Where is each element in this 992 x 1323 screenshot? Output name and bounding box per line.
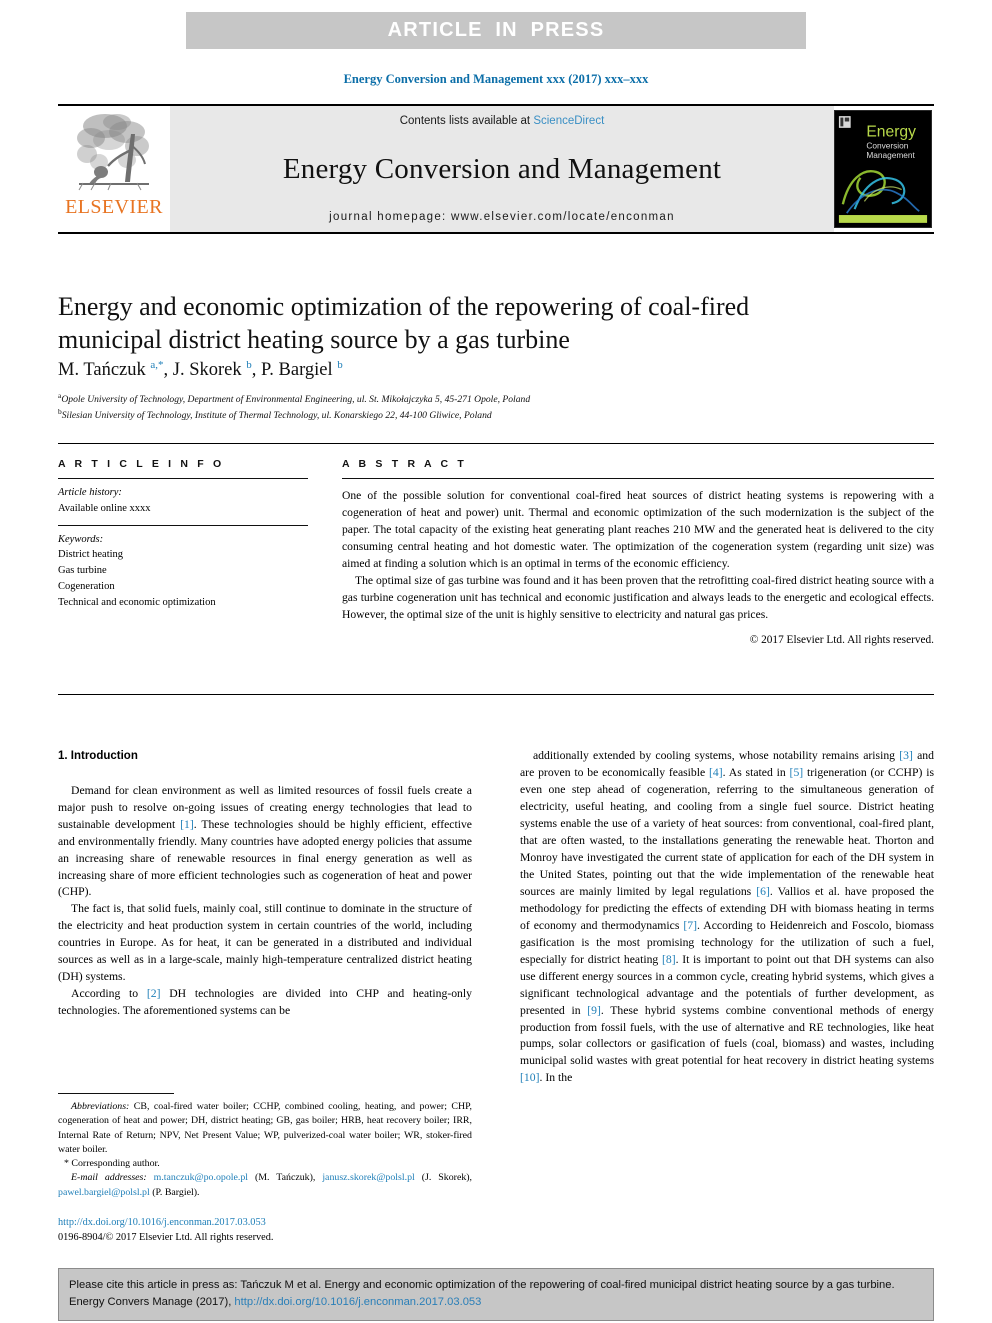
contents-lists-line: Contents lists available at ScienceDirec… bbox=[400, 115, 605, 127]
article-info-rule-top bbox=[58, 478, 308, 479]
elsevier-wordmark: ELSEVIER bbox=[65, 196, 163, 218]
body-paragraph: According to [2] DH technologies are div… bbox=[58, 987, 472, 1018]
footnote-divider bbox=[58, 1093, 174, 1094]
issn-copyright-line: 0196-8904/© 2017 Elsevier Ltd. All right… bbox=[58, 1231, 274, 1243]
svg-text:Conversion: Conversion bbox=[866, 140, 908, 150]
affiliation-a-text: Opole University of Technology, Departme… bbox=[61, 394, 531, 406]
journal-cover-thumbnail: Energy Conversion Management bbox=[834, 110, 932, 228]
article-history-label: Article history: bbox=[58, 487, 122, 498]
doi-block: http://dx.doi.org/10.1016/j.enconman.201… bbox=[58, 1216, 478, 1246]
svg-text:Energy: Energy bbox=[866, 124, 916, 141]
abstract-paragraph: One of the possible solution for convent… bbox=[342, 489, 934, 571]
section-heading-introduction: 1. Introduction bbox=[58, 750, 138, 762]
keyword-item: Cogeneration bbox=[58, 580, 115, 592]
divider-above-info bbox=[58, 443, 934, 444]
author-list: M. Tańczuk a,*, J. Skorek b, P. Bargiel … bbox=[58, 359, 343, 381]
keyword-item: Gas turbine bbox=[58, 565, 107, 576]
article-history-block: Article history: Available online xxxx bbox=[58, 485, 308, 517]
contents-prefix-label: Contents lists available at bbox=[399, 115, 534, 127]
elsevier-tree-icon bbox=[77, 114, 149, 191]
abstract-rule bbox=[342, 478, 934, 479]
affiliation-b-text: Silesian University of Technology, Insti… bbox=[61, 409, 492, 421]
sciencedirect-link[interactable]: ScienceDirect bbox=[533, 115, 604, 127]
article-in-press-banner: ARTICLE IN PRESS bbox=[186, 12, 806, 49]
affiliation-a: aOpole University of Technology, Departm… bbox=[58, 391, 530, 407]
article-info-heading: A R T I C L E I N F O bbox=[58, 458, 225, 470]
keywords-label: Keywords: bbox=[58, 533, 104, 545]
keywords-block: Keywords: District heating Gas turbine C… bbox=[58, 532, 308, 611]
divider-below-abstract bbox=[58, 694, 934, 695]
affiliation-list: aOpole University of Technology, Departm… bbox=[58, 391, 530, 423]
footnote-abbreviations: Abbreviations: CB, coal-fired water boil… bbox=[58, 1101, 472, 1155]
footnote-corresponding-author: * Corresponding author. bbox=[64, 1158, 160, 1169]
body-column-right: additionally extended by cooling systems… bbox=[520, 748, 934, 1087]
abstract-panel: A B S T R A C T One of the possible solu… bbox=[342, 458, 934, 646]
journal-cover-artwork: Energy Conversion Management bbox=[835, 111, 931, 227]
footnotes-block: Abbreviations: CB, coal-fired water boil… bbox=[58, 1093, 472, 1200]
article-info-rule-mid bbox=[58, 524, 308, 526]
abstract-paragraph: The optimal size of gas turbine was foun… bbox=[342, 574, 934, 622]
journal-running-head: Energy Conversion and Management xxx (20… bbox=[343, 72, 649, 86]
svg-text:Management: Management bbox=[866, 150, 915, 160]
article-in-press-label: ARTICLE IN PRESS bbox=[387, 19, 605, 41]
right-column-paragraphs: additionally extended by cooling systems… bbox=[520, 748, 934, 1087]
page-title: Energy and economic optimization of the … bbox=[58, 292, 750, 355]
journal-title: Energy Conversion and Management bbox=[282, 152, 722, 185]
cite-doi-link[interactable]: http://dx.doi.org/10.1016/j.enconman.201… bbox=[234, 1296, 481, 1308]
article-info-panel: A R T I C L E I N F O Article history: A… bbox=[58, 458, 308, 612]
cite-text: Please cite this article in press as: Ta… bbox=[69, 1279, 895, 1308]
article-history-value: Available online xxxx bbox=[58, 502, 151, 514]
left-column-paragraphs: Demand for clean environment as well as … bbox=[58, 783, 472, 1021]
body-paragraph: additionally extended by cooling systems… bbox=[520, 749, 934, 1085]
cite-this-article-box: Please cite this article in press as: Ta… bbox=[58, 1268, 934, 1321]
masthead-center-panel: Contents lists available at ScienceDirec… bbox=[170, 106, 834, 232]
body-paragraph: The fact is, that solid fuels, mainly co… bbox=[58, 902, 472, 984]
journal-homepage-link[interactable]: journal homepage: www.elsevier.com/locat… bbox=[329, 211, 675, 223]
affiliation-b: bSilesian University of Technology, Inst… bbox=[58, 407, 530, 423]
doi-link[interactable]: http://dx.doi.org/10.1016/j.enconman.201… bbox=[58, 1216, 478, 1231]
elsevier-logo: ELSEVIER bbox=[58, 106, 170, 232]
keyword-item: Technical and economic optimization bbox=[58, 596, 216, 608]
footnote-email-addresses: E-mail addresses: m.tanczuk@po.opole.pl … bbox=[58, 1172, 473, 1198]
body-paragraph: Demand for clean environment as well as … bbox=[58, 783, 472, 899]
body-column-left: 1. Introduction Demand for clean environ… bbox=[58, 748, 472, 1020]
keyword-item: District heating bbox=[58, 549, 124, 561]
abstract-copyright: © 2017 Elsevier Ltd. All rights reserved… bbox=[749, 634, 934, 647]
abstract-heading: A B S T R A C T bbox=[342, 458, 467, 470]
journal-masthead: ELSEVIER Contents lists available at Sci… bbox=[58, 104, 934, 234]
